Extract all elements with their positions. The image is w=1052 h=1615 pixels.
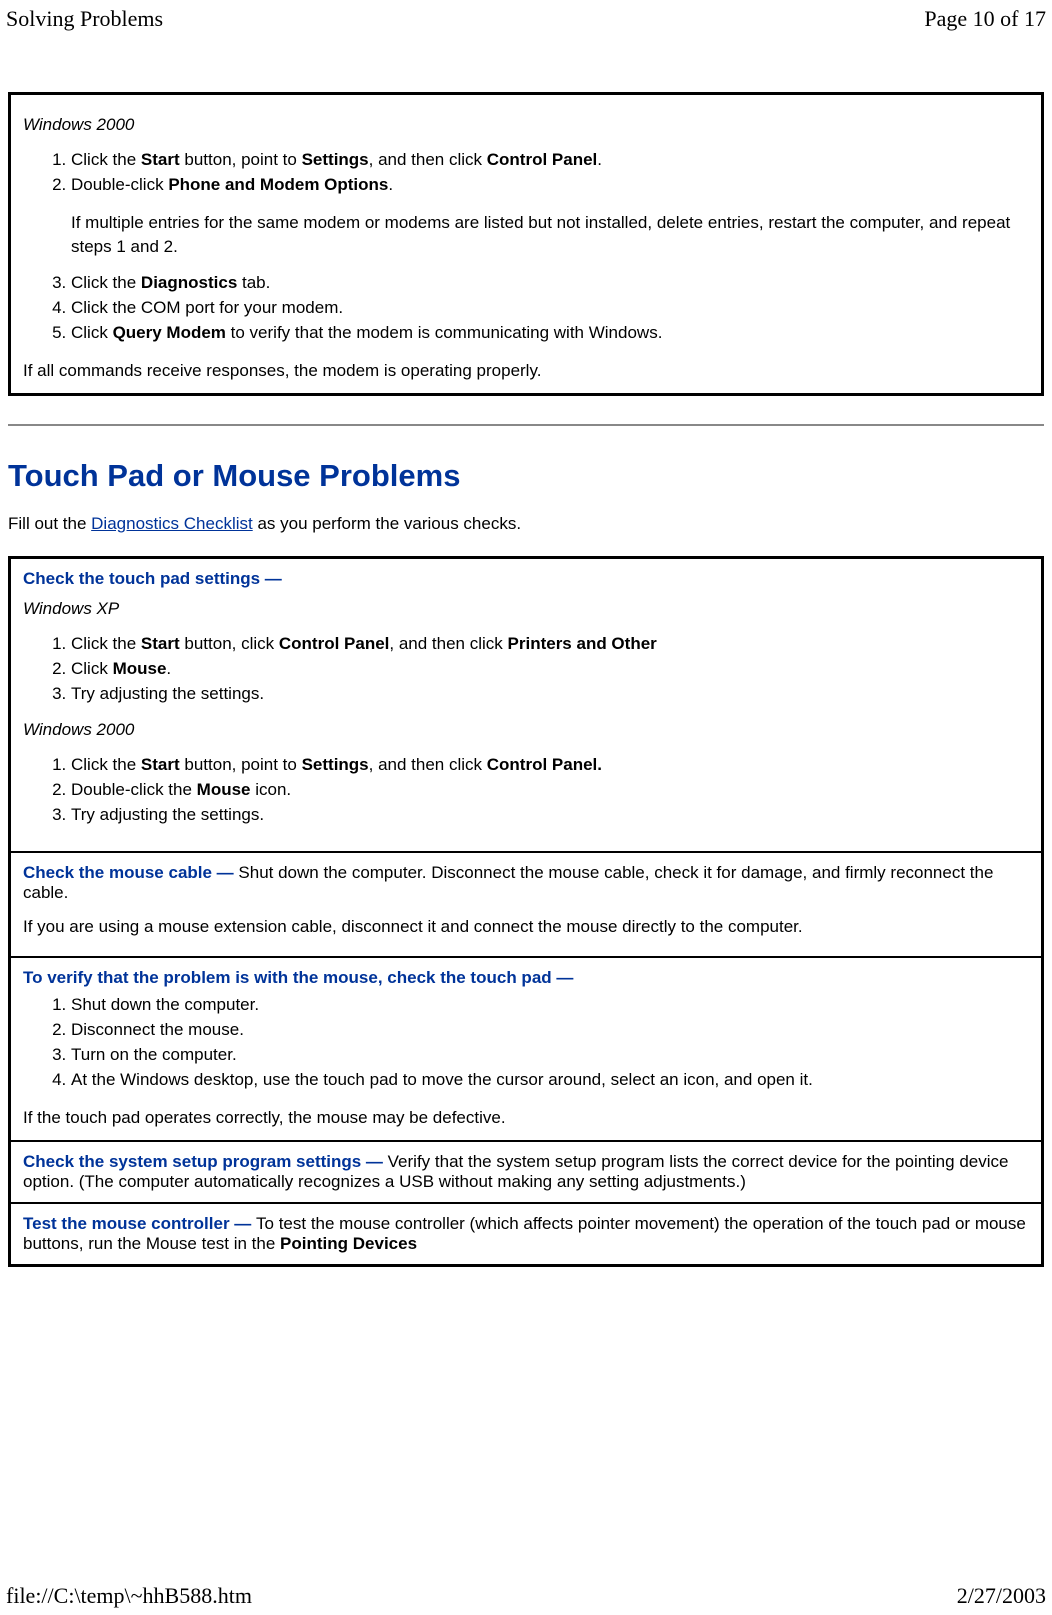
mouse-cable-body2: If you are using a mouse extension cable…: [23, 915, 1029, 939]
page-content: Windows 2000 Click the Start button, poi…: [0, 32, 1052, 1267]
xp-steps-list: Click the Start button, click Control Pa…: [23, 633, 1029, 706]
w2k-step-3: Try adjusting the settings.: [71, 804, 1029, 827]
xp-step-1: Click the Start button, click Control Pa…: [71, 633, 1029, 656]
system-setup-title: Check the system setup program settings …: [23, 1152, 388, 1171]
modem-closing: If all commands receive responses, the m…: [23, 359, 1029, 383]
w2k-step-1: Click the Start button, point to Setting…: [71, 754, 1029, 777]
system-setup-cell: Check the system setup program settings …: [11, 1140, 1041, 1202]
mouse-controller-cell: Test the mouse controller — To test the …: [11, 1202, 1041, 1264]
verify-step-2: Disconnect the mouse.: [71, 1019, 1029, 1042]
verify-step-4: At the Windows desktop, use the touch pa…: [71, 1069, 1029, 1092]
modem-steps-list: Click the Start button, point to Setting…: [23, 149, 1029, 345]
page-footer: file://C:\temp\~hhB588.htm 2/27/2003: [6, 1583, 1046, 1609]
mouse-controller-bold: Pointing Devices: [280, 1234, 417, 1253]
modem-step-2: Double-click Phone and Modem Options. If…: [71, 174, 1029, 259]
modem-step-4: Click the COM port for your modem.: [71, 297, 1029, 320]
section-divider: [8, 424, 1044, 426]
modem-step-3: Click the Diagnostics tab.: [71, 272, 1029, 295]
mouse-controller-title: Test the mouse controller —: [23, 1214, 256, 1233]
touchpad-box: Check the touch pad settings — Windows X…: [8, 556, 1044, 1267]
diagnostics-checklist-link[interactable]: Diagnostics Checklist: [91, 514, 253, 533]
header-page-number: Page 10 of 17: [924, 6, 1046, 32]
page-header: Solving Problems Page 10 of 17: [0, 0, 1052, 32]
verify-mouse-closing: If the touch pad operates correctly, the…: [23, 1106, 1029, 1130]
touchpad-settings-title: Check the touch pad settings —: [23, 569, 1029, 589]
modem-step-1: Click the Start button, point to Setting…: [71, 149, 1029, 172]
section-intro: Fill out the Diagnostics Checklist as yo…: [8, 512, 1044, 536]
header-title: Solving Problems: [6, 6, 163, 32]
touchpad-settings-cell: Check the touch pad settings — Windows X…: [11, 559, 1041, 851]
section-heading-touchpad: Touch Pad or Mouse Problems: [8, 458, 1044, 494]
xp-step-2: Click Mouse.: [71, 658, 1029, 681]
os-label-windows-xp: Windows XP: [23, 599, 1029, 619]
verify-mouse-steps: Shut down the computer. Disconnect the m…: [23, 994, 1029, 1092]
mouse-cable-cell: Check the mouse cable — Shut down the co…: [11, 851, 1041, 957]
verify-step-1: Shut down the computer.: [71, 994, 1029, 1017]
modem-box: Windows 2000 Click the Start button, poi…: [8, 92, 1044, 396]
footer-path: file://C:\temp\~hhB588.htm: [6, 1583, 252, 1609]
xp-step-3: Try adjusting the settings.: [71, 683, 1029, 706]
os-label-windows-2000: Windows 2000: [23, 115, 1029, 135]
w2k-steps-list: Click the Start button, point to Setting…: [23, 754, 1029, 827]
modem-step-note: If multiple entries for the same modem o…: [71, 211, 1029, 259]
mouse-cable-title: Check the mouse cable —: [23, 863, 238, 882]
modem-box-cell: Windows 2000 Click the Start button, poi…: [11, 95, 1041, 393]
w2k-step-2: Double-click the Mouse icon.: [71, 779, 1029, 802]
footer-date: 2/27/2003: [957, 1583, 1046, 1609]
modem-step-5: Click Query Modem to verify that the mod…: [71, 322, 1029, 345]
verify-mouse-title: To verify that the problem is with the m…: [23, 968, 1029, 988]
verify-mouse-cell: To verify that the problem is with the m…: [11, 956, 1041, 1140]
verify-step-3: Turn on the computer.: [71, 1044, 1029, 1067]
os-label-windows-2000-b: Windows 2000: [23, 720, 1029, 740]
